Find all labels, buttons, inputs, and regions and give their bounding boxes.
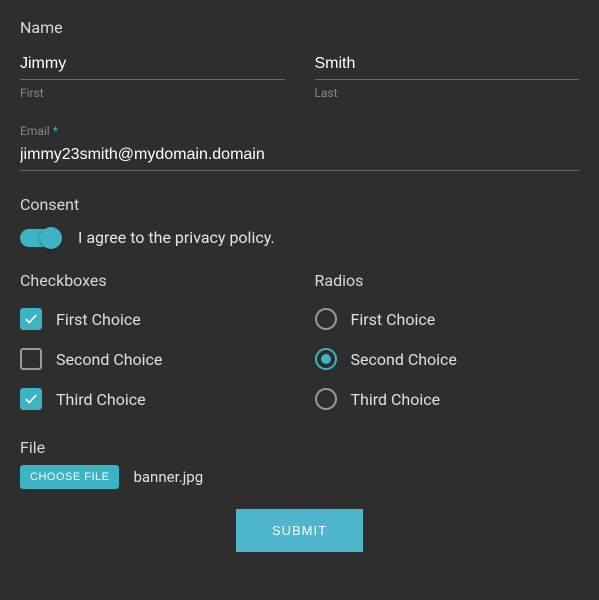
choose-file-button[interactable]: CHOOSE FILE	[20, 465, 119, 489]
checkboxes-label: Checkboxes	[20, 271, 285, 290]
checkbox-option[interactable]: Second Choice	[20, 348, 285, 370]
checkbox-icon	[20, 388, 42, 410]
radio-icon	[315, 308, 337, 330]
radio-option-label: Second Choice	[351, 350, 457, 369]
consent-section: Consent I agree to the privacy policy.	[20, 195, 579, 247]
checkbox-option-label: First Choice	[56, 310, 141, 329]
checkbox-option-label: Second Choice	[56, 350, 162, 369]
checkboxes-section: Checkboxes First Choice Second Choice Th…	[20, 271, 285, 428]
radio-option-label: Third Choice	[351, 390, 441, 409]
radio-icon	[315, 348, 337, 370]
last-name-input[interactable]	[315, 51, 580, 80]
file-label: File	[20, 438, 579, 457]
radio-option[interactable]: Second Choice	[315, 348, 580, 370]
required-asterisk: *	[53, 124, 58, 138]
chosen-filename: banner.jpg	[133, 468, 203, 486]
consent-label: Consent	[20, 195, 579, 214]
name-section: Name First Last	[20, 18, 579, 100]
radio-option-label: First Choice	[351, 310, 436, 329]
checkbox-option[interactable]: Third Choice	[20, 388, 285, 410]
checkbox-icon	[20, 348, 42, 370]
radio-icon	[315, 388, 337, 410]
submit-button[interactable]: SUBMIT	[236, 509, 363, 552]
first-name-sublabel: First	[20, 86, 285, 100]
name-label: Name	[20, 18, 579, 37]
radio-option[interactable]: First Choice	[315, 308, 580, 330]
radios-label: Radios	[315, 271, 580, 290]
email-section: Email*	[20, 124, 579, 171]
file-section: File CHOOSE FILE banner.jpg	[20, 438, 579, 489]
checkbox-icon	[20, 308, 42, 330]
first-name-input[interactable]	[20, 51, 285, 80]
radios-section: Radios First Choice Second Choice Third …	[315, 271, 580, 428]
last-name-sublabel: Last	[315, 86, 580, 100]
consent-text: I agree to the privacy policy.	[78, 228, 275, 247]
checkbox-option-label: Third Choice	[56, 390, 146, 409]
checkbox-option[interactable]: First Choice	[20, 308, 285, 330]
email-input[interactable]	[20, 142, 579, 171]
email-label: Email*	[20, 124, 579, 138]
radio-option[interactable]: Third Choice	[315, 388, 580, 410]
consent-toggle[interactable]	[20, 229, 60, 247]
